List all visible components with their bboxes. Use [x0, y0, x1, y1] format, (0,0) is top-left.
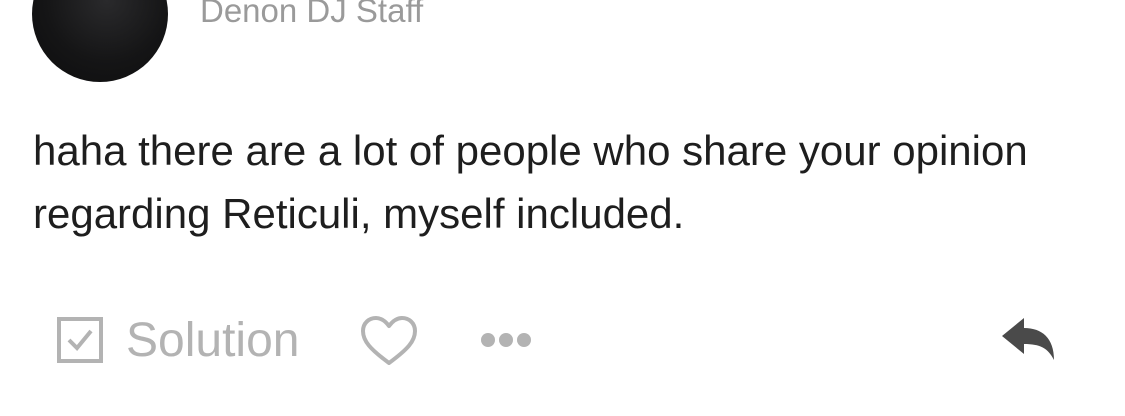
ellipsis-icon: [478, 328, 534, 352]
avatar-image: [32, 0, 168, 82]
more-options-button[interactable]: [478, 328, 534, 352]
reply-arrow-icon: [998, 314, 1058, 364]
solution-label: Solution: [126, 313, 300, 367]
checkbox-check-icon: [56, 316, 104, 364]
post-card: Denon DJ Staff haha there are a lot of p…: [0, 0, 1125, 416]
post-actions-bar: Solution: [0, 300, 1125, 380]
post-body: haha there are a lot of people who share…: [33, 127, 1028, 237]
avatar[interactable]: [32, 0, 168, 82]
reply-button[interactable]: [998, 314, 1058, 364]
author-title: Denon DJ Staff: [200, 0, 424, 29]
like-button[interactable]: [360, 315, 418, 367]
heart-outline-icon: [360, 315, 418, 367]
solution-button[interactable]: Solution: [56, 308, 299, 372]
